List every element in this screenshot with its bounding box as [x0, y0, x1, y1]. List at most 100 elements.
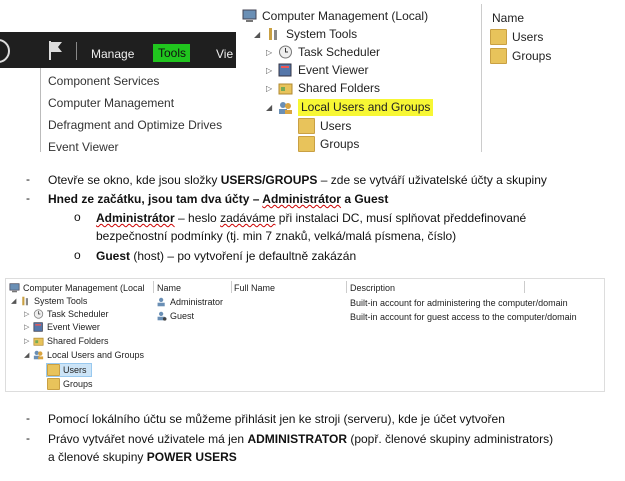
menu-separator [76, 42, 77, 60]
tree-item-shared-folders[interactable]: ▷ Shared Folders [24, 336, 109, 346]
bullet-text: a členové skupiny [48, 450, 147, 464]
column-header-description[interactable]: Description [350, 283, 395, 293]
system-tools-icon [269, 28, 277, 40]
column-separator[interactable] [524, 281, 525, 293]
tree-item-groups[interactable]: Groups [47, 378, 93, 390]
user-icon [157, 297, 165, 307]
folder-icon [298, 136, 315, 152]
server-manager-screenshot: Manage Tools Vie Component Services Comp… [0, 0, 236, 152]
tree-label-users: Users [63, 365, 87, 375]
cell-description: Built-in account for guest access to the… [350, 312, 577, 322]
menu-item-computer-management[interactable]: Computer Management [48, 96, 174, 110]
tree-label-root: Computer Management (Local [23, 283, 145, 293]
bullet-text: Právo vytvářet nové uživatele má jen [48, 432, 248, 446]
pane-item-users[interactable]: Users [490, 29, 543, 45]
expand-arrow-icon[interactable]: ▷ [24, 324, 30, 331]
tree-label-system-tools: System Tools [34, 296, 88, 306]
expand-arrow-icon[interactable]: ▷ [266, 84, 273, 92]
column-header-full-name[interactable]: Full Name [234, 283, 275, 293]
tree-item-shared-folders[interactable]: ▷ Shared Folders [266, 81, 380, 95]
menu-item-component-services[interactable]: Component Services [48, 74, 159, 88]
tree-root[interactable]: Computer Management (Local [9, 283, 145, 293]
expand-arrow-icon[interactable]: ▷ [266, 48, 273, 56]
folder-icon [490, 48, 507, 64]
tree-root[interactable]: Computer Management (Local) [242, 9, 428, 23]
tree-item-event-viewer[interactable]: ▷ Event Viewer [24, 322, 100, 332]
computer-management-icon [242, 9, 257, 22]
bullet-bold: Administrátor [96, 211, 175, 225]
folder-icon [47, 364, 60, 376]
cell-name: Guest [170, 311, 195, 321]
folder-icon [490, 29, 507, 45]
tree-label-event-viewer: Event Viewer [298, 63, 369, 77]
bullet-text: – zde se vytváří uživatelské účty a skup… [317, 173, 547, 187]
expand-arrow-icon[interactable]: ▷ [24, 338, 30, 345]
menu-tools[interactable]: Tools [153, 44, 191, 62]
pane-item-label: Users [512, 30, 544, 44]
bullet-text: při instalaci DC, musí splňovat předdefi… [275, 211, 527, 225]
users-icon [33, 350, 44, 360]
bullet-dash: - [26, 172, 30, 186]
bullet-text: – heslo [174, 211, 221, 225]
sub-bullet-guest: Guest (host) – po vytvoření je defaultně… [96, 248, 356, 264]
menu-item-defragment[interactable]: Defragment and Optimize Drives [48, 118, 222, 132]
collapse-arrow-icon[interactable]: ◢ [24, 352, 30, 359]
bullet-text: (popř. členové skupiny administrators) [347, 432, 554, 446]
tree-item-task-scheduler[interactable]: ▷ Task Scheduler [266, 45, 380, 59]
bullet-text: Otevře se okno, kde jsou složky [48, 173, 221, 187]
computer-management-screenshot-bottom: Computer Management (Local ◢ System Tool… [5, 278, 605, 392]
tree-item-groups[interactable]: Groups [298, 136, 359, 152]
folder-icon [47, 378, 60, 390]
menu-view[interactable]: Vie [216, 47, 233, 61]
bullet-text: (host) – po vytvoření je defaultně zakáz… [130, 249, 357, 263]
menu-manage[interactable]: Manage [91, 47, 134, 61]
collapse-arrow-icon[interactable]: ◢ [254, 30, 261, 38]
list-row-guest[interactable]: Guest [156, 311, 194, 321]
system-tools-icon [22, 296, 28, 306]
bullet-text: a Guest [340, 192, 389, 206]
tree-item-local-users-groups[interactable]: ◢ Local Users and Groups [266, 99, 434, 116]
tree-item-local-users-groups[interactable]: ◢ Local Users and Groups [24, 350, 144, 360]
tree-label-task-scheduler: Task Scheduler [47, 309, 109, 319]
clock-icon [279, 45, 292, 59]
bullet-dash: - [26, 431, 30, 445]
tree-item-users[interactable]: Users [298, 118, 351, 134]
bullet-admin-rights: Právo vytvářet nové uživatele má jen ADM… [48, 431, 553, 447]
collapse-arrow-icon[interactable]: ◢ [11, 298, 17, 305]
bullet-dash: - [26, 191, 30, 205]
tree-label-shared-folders: Shared Folders [298, 81, 381, 95]
list-row-administrator[interactable]: Administrator [156, 297, 223, 307]
clock-icon [33, 309, 44, 319]
bullet-bold: USERS/GROUPS [220, 173, 318, 187]
bullet-folders: Otevře se okno, kde jsou složky USERS/GR… [48, 172, 547, 188]
expand-arrow-icon[interactable]: ▷ [266, 66, 273, 74]
tree-label-users: Users [320, 119, 352, 133]
column-header-label: Name [492, 11, 525, 25]
column-separator[interactable] [346, 281, 347, 293]
pane-item-label: Groups [512, 49, 552, 63]
shared-folder-icon [33, 337, 44, 346]
column-header-name[interactable]: Name [492, 11, 524, 25]
tree-item-users[interactable]: Users [46, 363, 92, 377]
tree-item-task-scheduler[interactable]: ▷ Task Scheduler [24, 309, 109, 319]
flag-icon[interactable] [48, 40, 64, 60]
column-header-name[interactable]: Name [157, 283, 181, 293]
expand-arrow-icon[interactable]: ▷ [24, 311, 30, 318]
bullet-bold: POWER USERS [146, 450, 237, 464]
shared-folder-icon [278, 83, 293, 95]
bullet-bold: Guest [96, 249, 131, 263]
sub-bullet-marker: o [74, 210, 81, 224]
cell-name: Administrator [170, 297, 224, 307]
pane-separator[interactable] [153, 281, 154, 293]
pane-item-groups[interactable]: Groups [490, 48, 551, 64]
bullet-admin-rights-line2: a členové skupiny POWER USERS [48, 449, 237, 465]
menu-item-event-viewer[interactable]: Event Viewer [48, 140, 118, 152]
tree-item-system-tools[interactable]: ◢ System Tools [11, 296, 87, 306]
details-pane-top: Name Users Groups [481, 4, 625, 152]
sub-bullet-marker: o [74, 248, 81, 262]
collapse-arrow-icon[interactable]: ◢ [266, 104, 273, 112]
column-separator[interactable] [231, 281, 232, 293]
tree-item-event-viewer[interactable]: ▷ Event Viewer [266, 63, 368, 77]
tree-label-groups: Groups [320, 137, 360, 151]
tree-item-system-tools[interactable]: ◢ System Tools [254, 27, 357, 41]
